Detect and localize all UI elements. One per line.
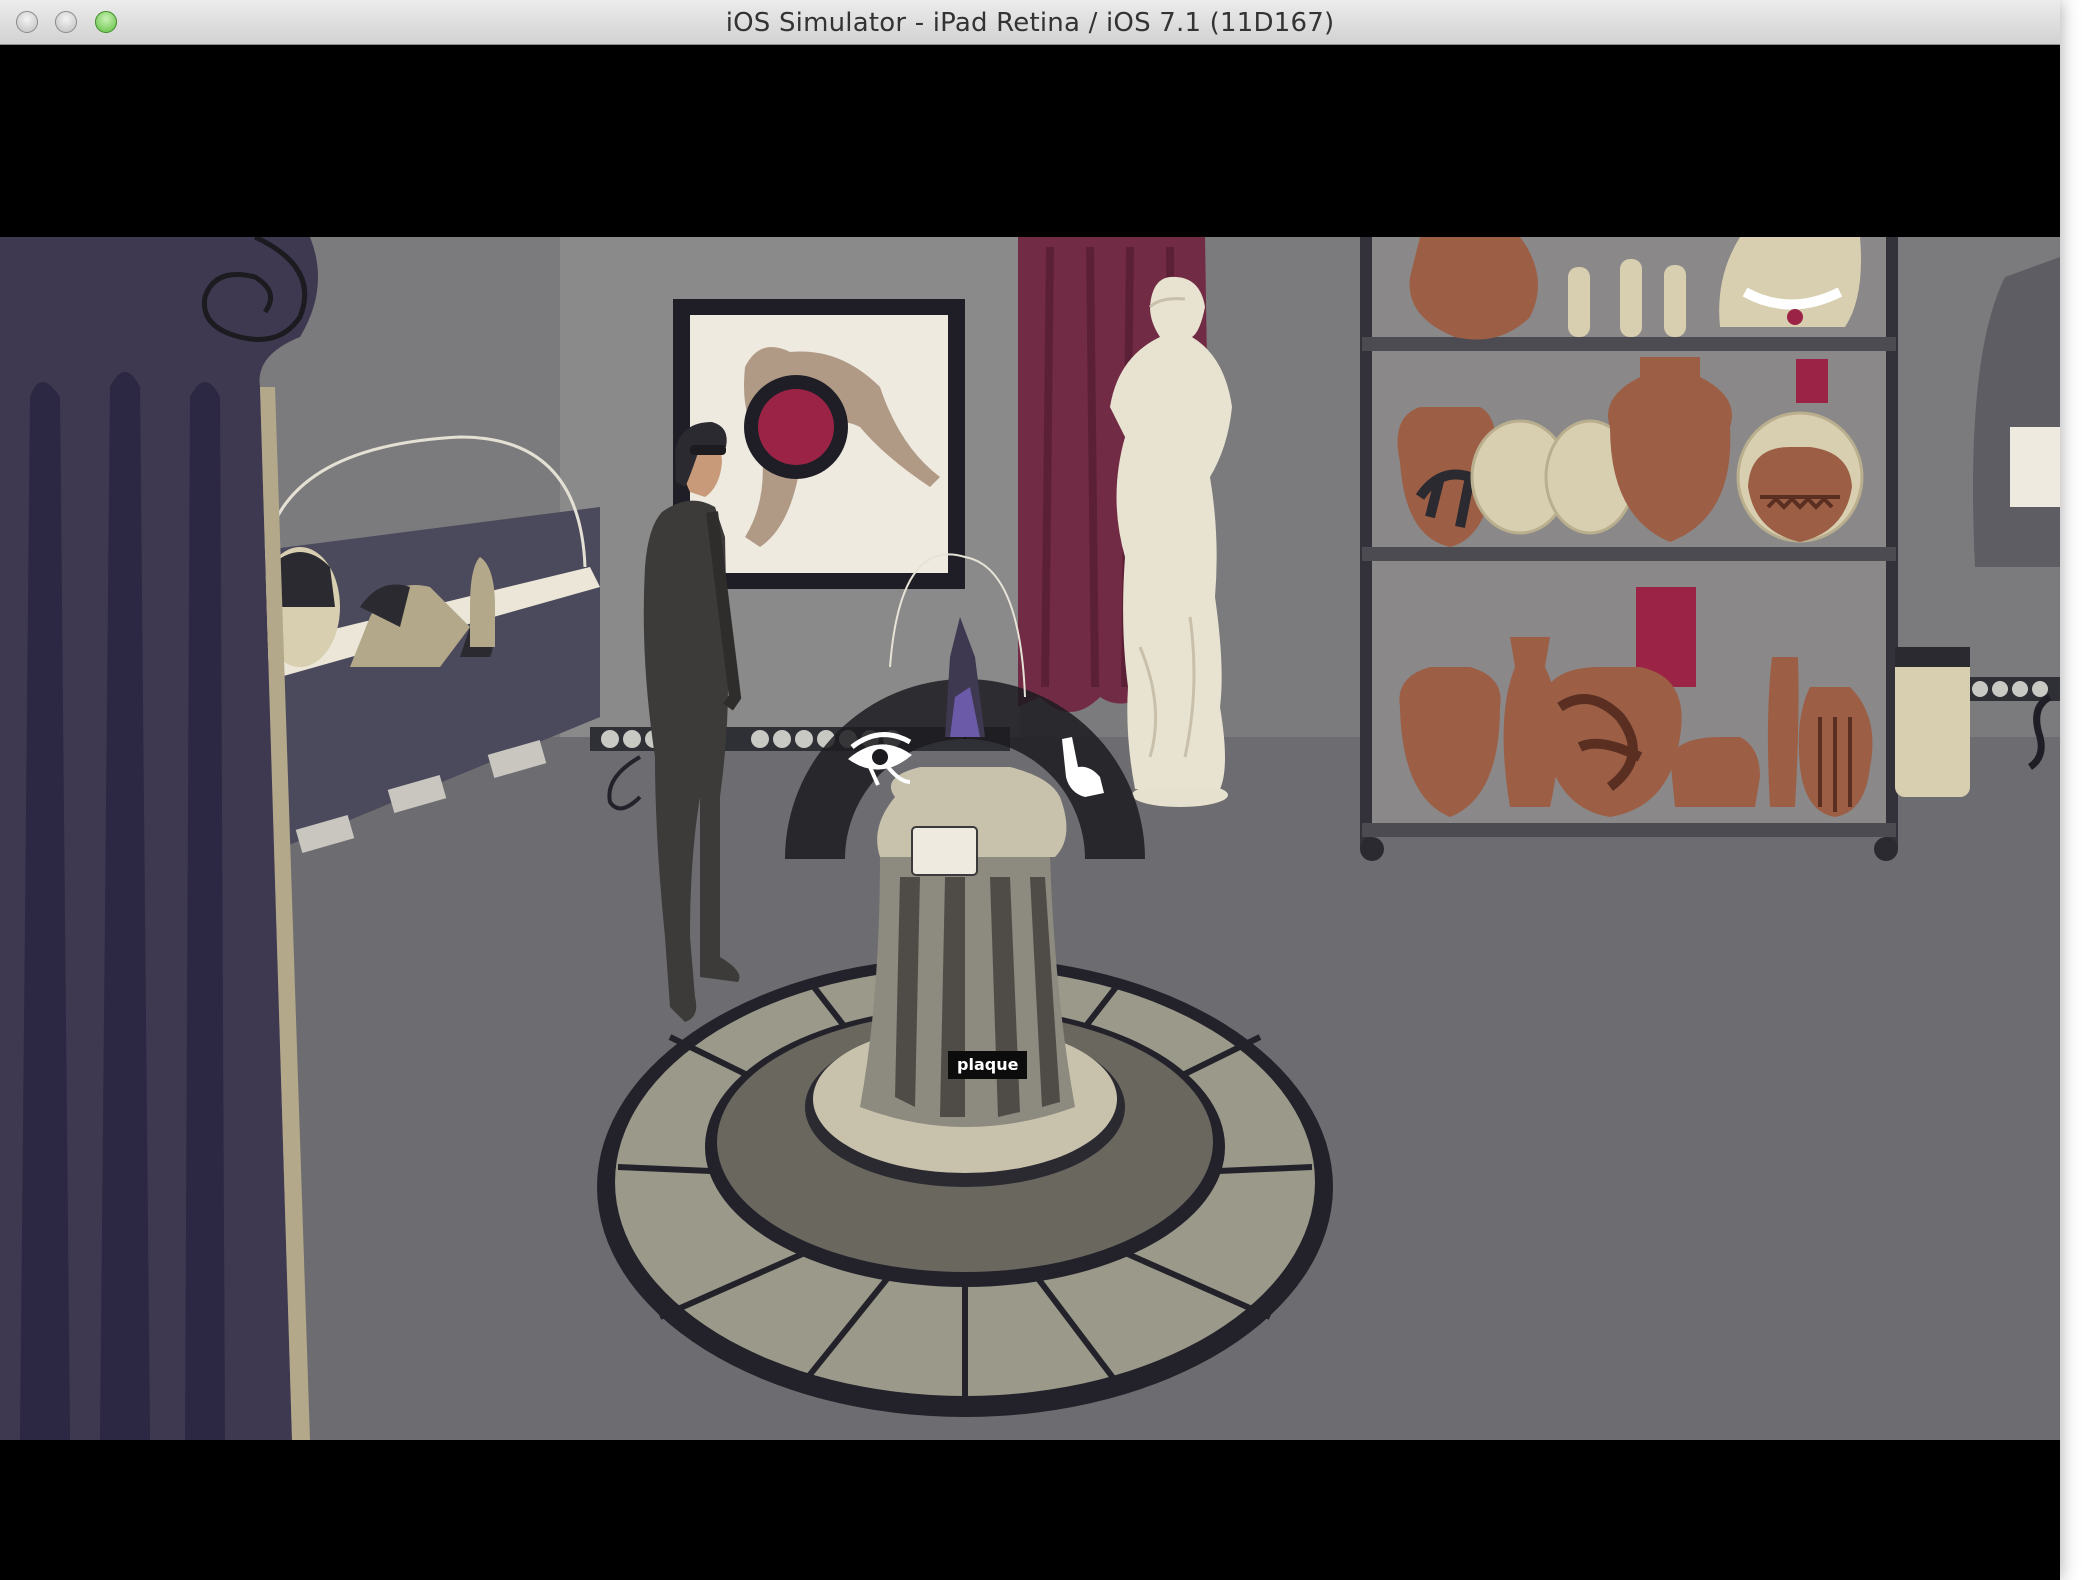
- hotspot-label: plaque: [948, 1051, 1028, 1079]
- pottery-shelf[interactable]: [1360, 237, 1898, 861]
- window-title: iOS Simulator - iPad Retina / iOS 7.1 (1…: [725, 8, 1335, 38]
- foreground-column: [0, 237, 318, 1440]
- ipad-screen: plaque: [0, 45, 2060, 1580]
- museum-room-scene[interactable]: plaque: [0, 237, 2060, 1440]
- simulator-window: iOS Simulator - iPad Retina / iOS 7.1 (1…: [0, 0, 2060, 1580]
- window-titlebar[interactable]: iOS Simulator - iPad Retina / iOS 7.1 (1…: [0, 0, 2060, 45]
